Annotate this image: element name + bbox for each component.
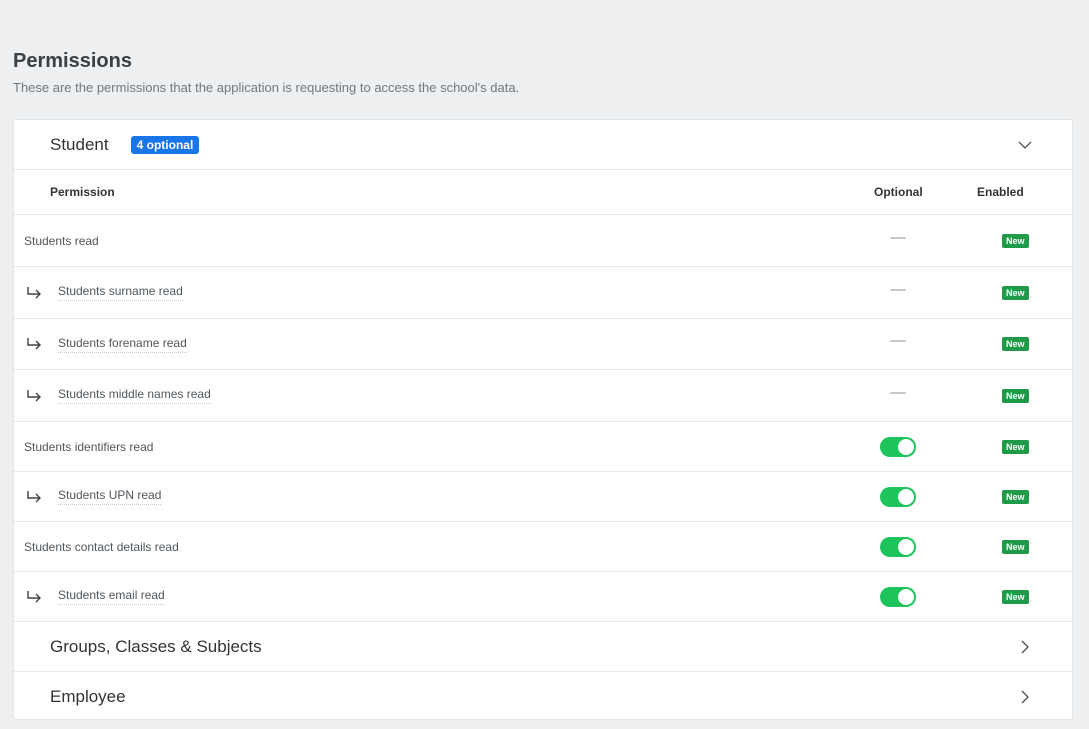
permission-cell: Students forename read	[25, 319, 187, 369]
permission-cell: Students read	[24, 215, 99, 266]
new-badge: New	[1002, 439, 1029, 454]
not-optional-dash-icon	[890, 236, 906, 239]
toggle-knob	[898, 488, 914, 505]
new-badge: New	[1002, 337, 1029, 351]
new-badge: New	[1002, 539, 1029, 554]
not-optional-dash-icon	[890, 288, 906, 291]
permissions-card: Student 4 optional Permission Optional E…	[13, 119, 1073, 720]
permission-cell: Students middle names read	[25, 370, 211, 421]
permission-label: Students surname read	[58, 284, 183, 301]
new-badge: New	[1002, 285, 1029, 300]
column-header-optional: Optional	[874, 185, 923, 199]
permission-cell: Students surname read	[25, 267, 183, 318]
toggle-knob	[898, 588, 914, 605]
chevron-right-icon[interactable]	[1018, 640, 1032, 654]
table-row: Students identifiers read New	[14, 422, 1072, 472]
table-row: Students surname read New	[14, 267, 1072, 319]
section-title: Groups, Classes & Subjects	[50, 636, 262, 656]
section-header-employee[interactable]: Employee	[14, 672, 1072, 721]
optional-toggle[interactable]	[880, 486, 916, 507]
permission-label: Students email read	[58, 588, 165, 605]
sub-permission-arrow-icon	[27, 590, 41, 602]
not-optional-dash-icon	[890, 340, 906, 342]
section-title: Employee	[50, 686, 126, 706]
section-title: Student	[50, 134, 109, 154]
permission-label: Students identifiers read	[24, 439, 154, 454]
permission-label: Students UPN read	[58, 488, 162, 505]
new-badge: New	[1002, 233, 1029, 248]
optional-toggle[interactable]	[880, 536, 916, 557]
table-row: Students forename read New	[14, 319, 1072, 370]
chevron-right-icon[interactable]	[1018, 690, 1032, 704]
column-header-enabled: Enabled	[977, 185, 1024, 199]
permission-cell: Students identifiers read	[24, 422, 153, 471]
toggle-knob	[898, 538, 914, 555]
new-badge: New	[1002, 388, 1029, 403]
toggle-knob	[898, 438, 914, 455]
page-title: Permissions	[13, 50, 132, 72]
new-badge: New	[1002, 489, 1029, 504]
optional-toggle[interactable]	[880, 436, 916, 457]
permission-cell: Students email read	[25, 572, 165, 621]
new-badge: New	[1002, 589, 1029, 604]
permission-cell: Students contact details read	[24, 522, 179, 571]
page-subtitle: These are the permissions that the appli…	[13, 80, 520, 95]
table-row: Students email read New	[14, 572, 1072, 622]
table-row: Students read New	[14, 215, 1072, 267]
optional-toggle[interactable]	[880, 586, 916, 607]
chevron-down-icon[interactable]	[1018, 138, 1032, 152]
section-header-groups[interactable]: Groups, Classes & Subjects	[14, 622, 1072, 672]
permission-label: Students read	[24, 233, 99, 248]
not-optional-dash-icon	[890, 391, 906, 394]
permissions-header: Permissions These are the permissions th…	[13, 50, 519, 95]
permission-label: Students forename read	[58, 336, 187, 353]
column-header-permission: Permission	[50, 185, 115, 199]
sub-permission-arrow-icon	[27, 389, 41, 401]
table-row: Students contact details read New	[14, 522, 1072, 572]
optional-count-badge: 4 optional	[130, 135, 200, 154]
permission-label: Students middle names read	[58, 387, 211, 404]
permission-cell: Students UPN read	[25, 472, 162, 521]
section-header-student[interactable]: Student 4 optional	[14, 120, 1072, 170]
table-row: Students UPN read New	[14, 472, 1072, 522]
sub-permission-arrow-icon	[27, 338, 41, 350]
permission-label: Students contact details read	[24, 539, 179, 554]
table-row: Students middle names read New	[14, 370, 1072, 422]
sub-permission-arrow-icon	[27, 286, 41, 298]
sub-permission-arrow-icon	[27, 490, 41, 502]
table-header-row: Permission Optional Enabled	[14, 170, 1072, 215]
